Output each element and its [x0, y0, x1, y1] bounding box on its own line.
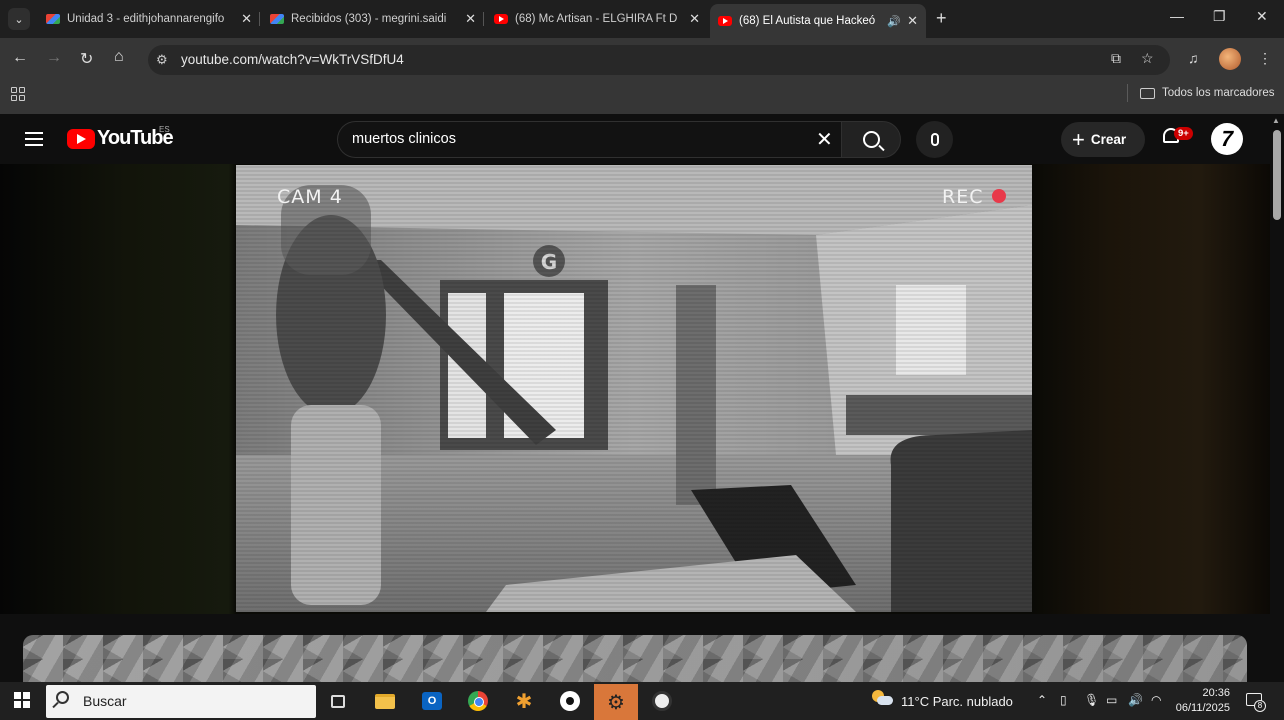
chevron-down-icon: ⌄ — [14, 13, 24, 26]
youtube-icon — [718, 16, 732, 26]
gear-icon: ⚙ — [607, 691, 625, 714]
restore-icon[interactable]: ❐ — [1213, 8, 1226, 25]
bookmark-star-icon[interactable]: ☆ — [1141, 50, 1154, 67]
windows-start-icon[interactable] — [14, 692, 30, 708]
forward-icon[interactable]: → — [46, 49, 62, 67]
sparkle-app-icon: ✱ — [515, 690, 533, 713]
task-view-icon — [331, 694, 345, 708]
browser-tab-2[interactable]: Recibidos (303) - megrini.saidi ✕ — [262, 6, 484, 32]
close-icon[interactable]: ✕ — [689, 11, 700, 27]
browser-tab-active[interactable]: (68) El Autista que Hackeó 🔊 ✕ — [710, 4, 926, 38]
bookmarks-bar — [0, 78, 1284, 114]
scroll-up-icon[interactable]: ▲ — [1272, 116, 1280, 125]
task-view-button[interactable] — [322, 686, 354, 716]
taskbar-search-placeholder[interactable]: Buscar — [83, 693, 127, 709]
all-bookmarks-link[interactable]: Todos los marcadores — [1162, 87, 1275, 99]
clock-date: 06/11/2025 — [1175, 702, 1230, 714]
chrome-icon — [468, 691, 488, 711]
tab-title: (68) El Autista que Hackeó — [739, 15, 876, 27]
settings-button[interactable]: ⚙ — [594, 684, 638, 720]
file-explorer-button[interactable] — [369, 686, 401, 716]
outlook-icon: O — [422, 692, 442, 710]
minimize-icon[interactable]: — — [1170, 8, 1184, 24]
close-icon[interactable]: ✕ — [241, 11, 252, 27]
speaker-icon[interactable]: 🔊 — [887, 15, 901, 28]
browser-tab-3[interactable]: (68) Mc Artisan - ELGHIRA Ft D ✕ — [486, 6, 708, 32]
tab-title: Unidad 3 - edithjohannarengifo — [67, 13, 225, 25]
chrome-button[interactable] — [462, 686, 494, 716]
microphone-icon — [930, 133, 939, 146]
apps-grid-icon[interactable] — [11, 87, 25, 101]
recording-dot-icon — [992, 189, 1006, 203]
url-text[interactable]: youtube.com/watch?v=WkTrVSfDfU4 — [181, 52, 404, 67]
gmail-icon — [270, 14, 284, 24]
window-close-icon[interactable]: ✕ — [1256, 8, 1268, 25]
video-player[interactable]: G — [236, 165, 1032, 612]
battery-icon[interactable]: ▭ — [1106, 693, 1117, 707]
youtube-logo-icon[interactable] — [67, 129, 95, 149]
back-icon[interactable]: ← — [12, 49, 28, 67]
tab-search-button[interactable]: ⌄ — [8, 8, 30, 30]
reload-icon[interactable]: ↻ — [80, 49, 93, 69]
profile-avatar[interactable] — [1219, 48, 1241, 70]
search-icon — [862, 131, 880, 148]
outlook-button[interactable]: O — [416, 686, 448, 716]
search-button[interactable] — [841, 121, 901, 158]
install-app-icon[interactable]: ⧉ — [1111, 50, 1121, 67]
obs-button[interactable] — [646, 686, 678, 716]
home-icon[interactable]: ⌂ — [114, 48, 124, 66]
gmail-icon — [46, 14, 60, 24]
search-query[interactable]: muertos clinicos — [352, 131, 456, 147]
notification-badge: 9+ — [1174, 127, 1193, 140]
region-code: ES — [159, 125, 170, 134]
site-settings-icon[interactable]: ⚙ — [156, 52, 168, 68]
plus-icon: + — [1072, 126, 1085, 152]
obs-icon — [652, 691, 672, 711]
camera-label: CAM 4 — [277, 186, 343, 208]
browser-tab-1[interactable]: Unidad 3 - edithjohannarengifo ✕ — [38, 6, 260, 32]
microphone-tray-icon[interactable]: 🎙 — [1084, 693, 1099, 707]
tab-title: Recibidos (303) - megrini.saidi — [291, 13, 447, 25]
search-icon — [56, 691, 69, 704]
app-button[interactable] — [554, 686, 586, 716]
scrollbar-thumb[interactable] — [1273, 130, 1281, 220]
channel-banner — [23, 635, 1247, 682]
close-icon[interactable]: ✕ — [907, 13, 918, 29]
media-controls-icon[interactable]: ♫ — [1188, 50, 1199, 66]
tab-title: (68) Mc Artisan - ELGHIRA Ft D — [515, 13, 678, 25]
clock-time: 20:36 — [1202, 687, 1230, 699]
system-clock[interactable]: 20:36 06/11/2025 — [1174, 686, 1230, 716]
youtube-icon — [494, 14, 508, 24]
hamburger-menu-icon[interactable] — [25, 132, 43, 146]
avatar-glyph: 7 — [1218, 126, 1236, 151]
notification-count: 8 — [1254, 700, 1266, 712]
close-icon[interactable]: ✕ — [465, 11, 476, 27]
voice-search-button[interactable] — [916, 121, 953, 158]
folder-icon — [375, 693, 395, 709]
volume-icon[interactable]: 🔊 — [1128, 693, 1143, 707]
create-button[interactable]: + Crear — [1061, 122, 1145, 157]
weather-text[interactable]: 11°C Parc. nublado — [901, 694, 1013, 709]
weather-icon[interactable] — [872, 690, 894, 706]
chevron-up-icon[interactable]: ⌃ — [1037, 693, 1047, 707]
wifi-icon[interactable]: ◠ — [1151, 693, 1161, 707]
menu-kebab-icon[interactable]: ⋮ — [1258, 50, 1272, 67]
rec-label: REC — [942, 186, 984, 208]
circle-app-icon — [560, 691, 580, 711]
folder-icon — [1140, 88, 1155, 99]
clear-search-icon[interactable]: ✕ — [816, 127, 833, 152]
user-avatar[interactable]: 7 — [1211, 123, 1243, 155]
create-label: Crear — [1090, 132, 1127, 147]
new-tab-button[interactable]: + — [936, 8, 947, 29]
tray-device-icon[interactable]: ▯ — [1060, 693, 1067, 707]
app-button[interactable]: ✱ — [508, 686, 540, 716]
